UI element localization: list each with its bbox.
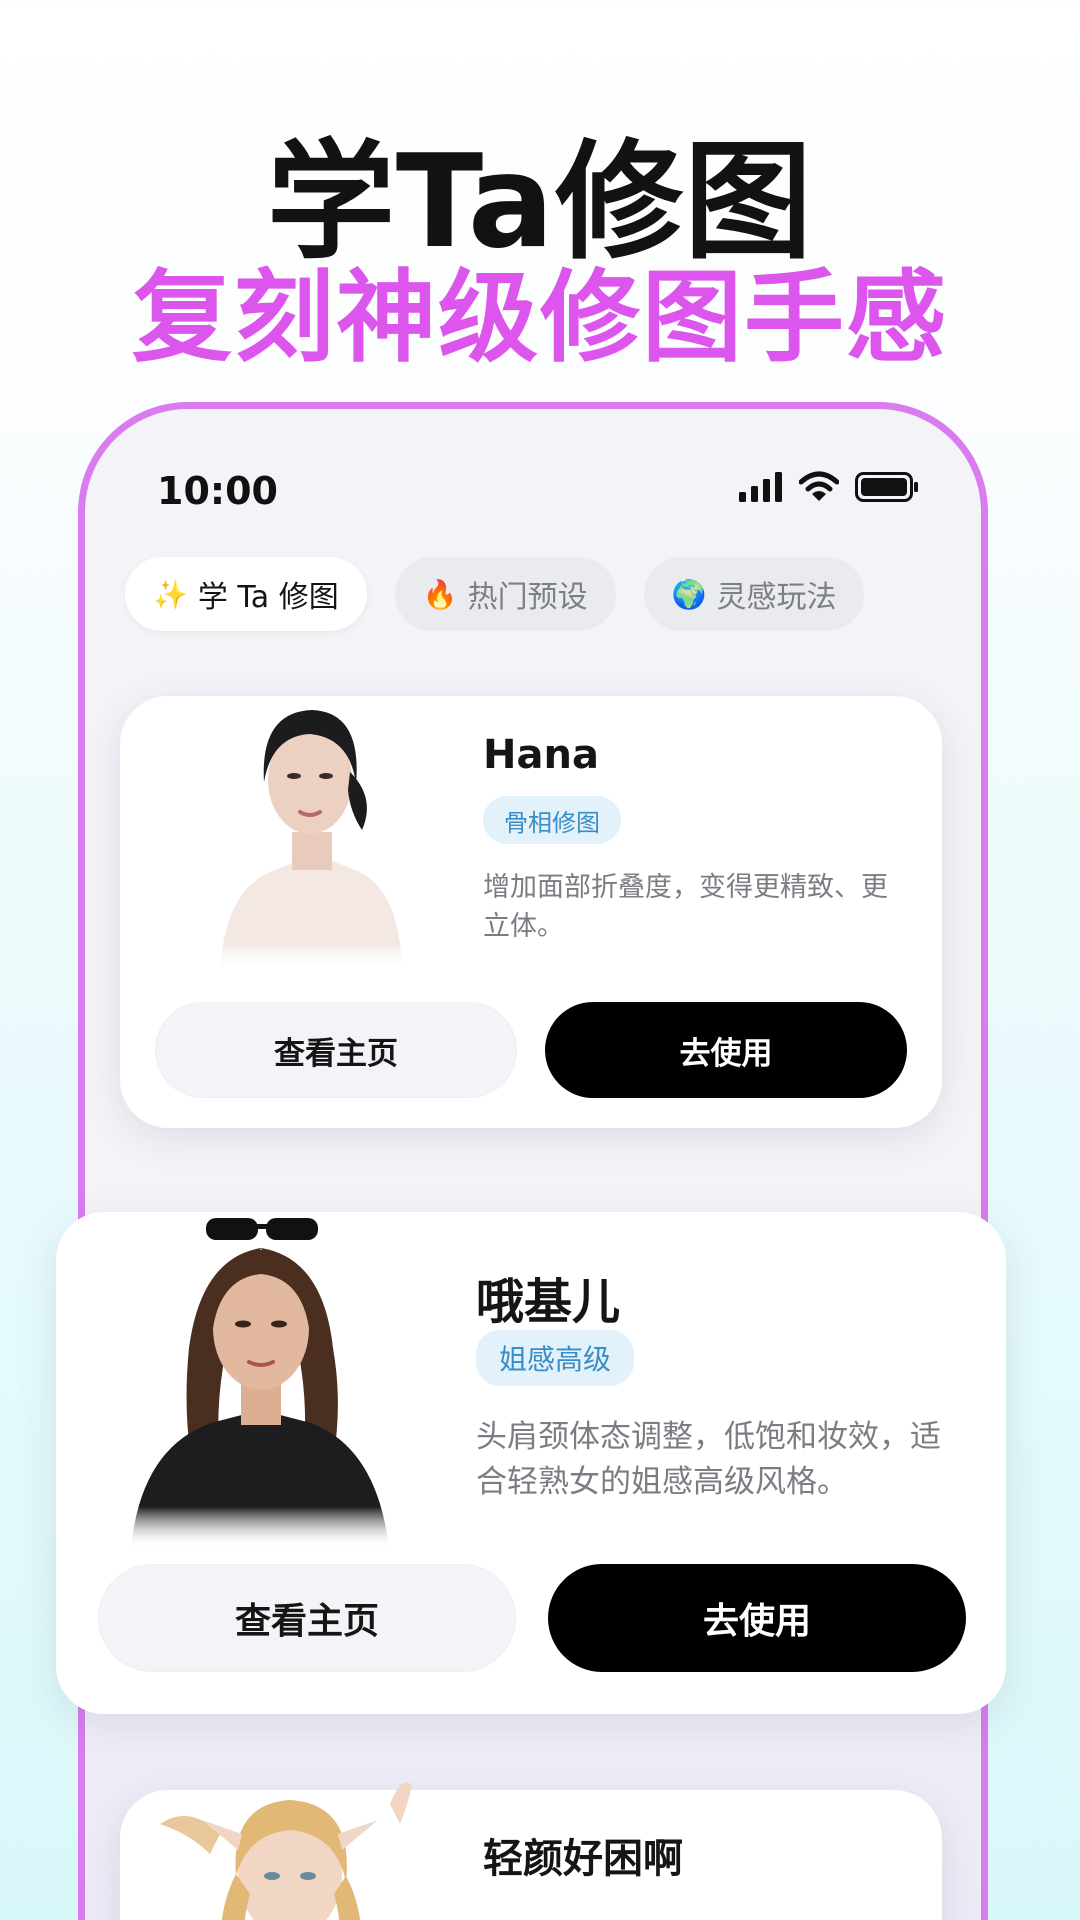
creator-description: 头肩颈体态调整，低饱和妆效，适合轻熟女的姐感高级风格。 <box>476 1419 941 1500</box>
use-button[interactable]: 去使用 <box>548 1564 966 1672</box>
creator-name: 轻颜好困啊 <box>483 1836 683 1882</box>
view-profile-button[interactable]: 查看主页 <box>98 1564 516 1672</box>
creator-photo <box>150 1764 450 1920</box>
view-profile-button[interactable]: 查看主页 <box>155 1002 517 1098</box>
tab-label: 学 Ta 修图 <box>197 580 339 615</box>
tab-learn-ta[interactable]: ✨ 学 Ta 修图 <box>125 557 367 631</box>
tab-hot-presets[interactable]: 🔥 热门预设 <box>394 557 616 631</box>
use-button[interactable]: 去使用 <box>545 1002 907 1098</box>
tab-label: 热门预设 <box>467 580 588 615</box>
fire-icon: 🔥 <box>422 577 458 611</box>
wifi-icon <box>799 471 839 501</box>
creator-card: 哦基儿 姐感高级 头肩颈体态调整，低饱和妆效，适合轻熟女的姐感高级风格。 查看主… <box>56 1212 1006 1714</box>
style-tag: 姐感高级 <box>476 1330 634 1386</box>
battery-icon <box>855 472 918 502</box>
tab-bar: ✨ 学 Ta 修图 🔥 热门预设 🌍 灵感玩法 <box>125 557 865 631</box>
tab-label: 灵感玩法 <box>716 580 837 615</box>
sparkles-icon: ✨ <box>153 577 188 611</box>
style-tag: 骨相修图 <box>483 796 621 844</box>
status-bar: 10:00 <box>85 409 981 519</box>
creator-description: 增加面部折叠度，变得更精致、更立体。 <box>483 872 888 943</box>
creator-card: 轻颜好困啊 <box>120 1782 942 1920</box>
creator-name: Hana <box>483 732 599 778</box>
hero-subtitle: 复刻神级修图手感 <box>132 259 948 376</box>
signal-icon <box>739 472 782 502</box>
tab-inspiration[interactable]: 🌍 灵感玩法 <box>643 557 865 631</box>
creator-photo <box>111 1178 411 1548</box>
creator-card: Hana 骨相修图 增加面部折叠度，变得更精致、更立体。 查看主页 去使用 <box>120 696 942 1128</box>
status-time: 10:00 <box>157 469 278 513</box>
creator-name: 哦基儿 <box>476 1274 621 1330</box>
status-icons <box>739 471 919 503</box>
creator-photo <box>180 672 440 972</box>
globe-icon: 🌍 <box>671 577 707 611</box>
